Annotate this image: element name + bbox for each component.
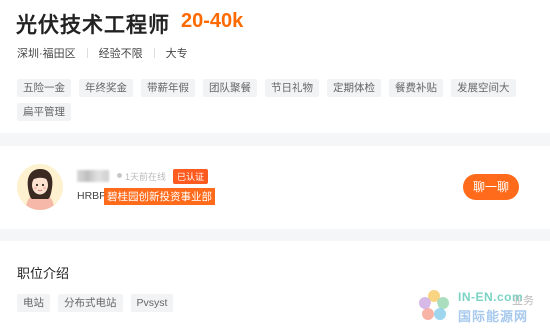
- job-meta: 深圳·福田区 经验不限 大专: [17, 45, 188, 61]
- benefit-tag: 五险一金: [17, 79, 71, 97]
- avatar-illustration-icon: [17, 164, 63, 210]
- benefit-tag: 团队聚餐: [203, 79, 257, 97]
- benefit-tag: 发展空间大: [451, 79, 516, 97]
- keyword-tag: 电站: [17, 294, 50, 312]
- divider: [86, 48, 88, 58]
- recruiter-name-blurred: [77, 170, 109, 182]
- recruiter-avatar[interactable]: [17, 164, 63, 210]
- job-location: 深圳·福田区: [17, 48, 76, 60]
- benefit-tags: 五险一金 年终奖金 带薪年假 团队聚餐 节日礼物 定期体检 餐费补贴 发展空间大…: [17, 79, 537, 121]
- watermark-trail-text: 业务: [512, 295, 534, 307]
- watermark-logo-icon: [419, 290, 449, 320]
- online-status-dot-icon: [117, 173, 122, 178]
- keyword-tag: Pvsyst: [130, 294, 174, 312]
- benefit-tag: 扁平管理: [17, 103, 71, 121]
- salary: 20-40k: [181, 10, 244, 32]
- chat-button[interactable]: 聊一聊: [463, 174, 519, 200]
- benefit-tag: 带薪年假: [141, 79, 195, 97]
- keyword-tags: 电站 分布式电站 Pvsyst: [17, 294, 174, 312]
- job-header-card: 光伏技术工程师 20-40k 深圳·福田区 经验不限 大专 五险一金 年终奖金 …: [0, 0, 550, 133]
- section-title: 职位介绍: [17, 266, 70, 281]
- verified-badge: 已认证: [173, 169, 209, 184]
- online-status: 1天前在线: [125, 172, 167, 182]
- benefit-tag: 节日礼物: [265, 79, 319, 97]
- watermark-cn: 国际能源网: [458, 309, 529, 324]
- divider: [153, 48, 155, 58]
- recruiter-role: HRBP: [77, 190, 107, 202]
- recruiter-company: 碧桂园创新投资事业部: [104, 188, 215, 205]
- keyword-tag: 分布式电站: [58, 294, 123, 312]
- job-experience: 经验不限: [98, 48, 143, 60]
- job-education: 大专: [165, 48, 188, 60]
- benefit-tag: 年终奖金: [79, 79, 133, 97]
- recruiter-card: 1天前在线 已认证 HRBP 碧桂园创新投资事业部 聊一聊: [0, 146, 550, 229]
- benefit-tag: 定期体检: [327, 79, 381, 97]
- watermark: IN-EN.com 国际能源网 业务: [410, 284, 550, 328]
- benefit-tag: 餐费补贴: [389, 79, 443, 97]
- job-title: 光伏技术工程师: [16, 14, 170, 37]
